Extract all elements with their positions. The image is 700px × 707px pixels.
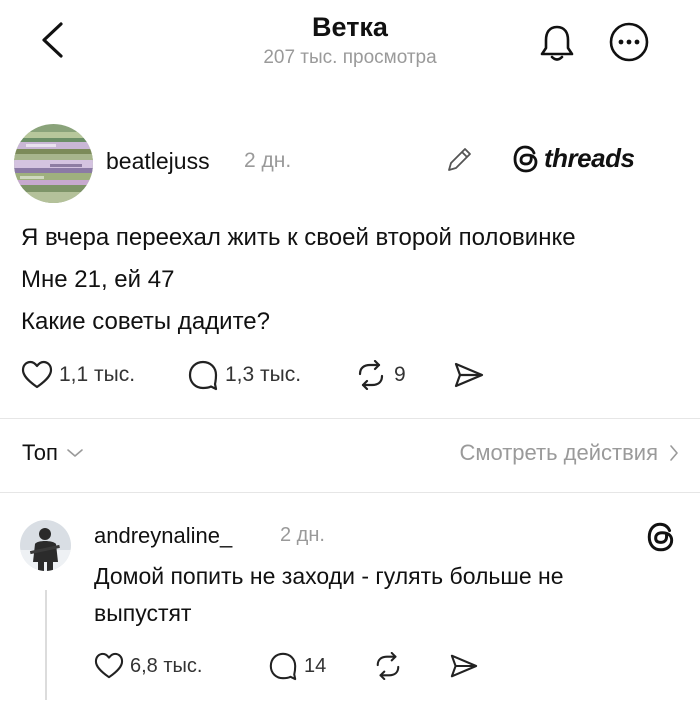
comment-count: 1,3 тыс.	[225, 363, 302, 386]
post-text-line: Я вчера переехал жить к своей второй пол…	[21, 224, 576, 251]
chevron-down-icon	[67, 449, 83, 457]
pencil-icon	[448, 148, 471, 171]
edit-button[interactable]	[442, 143, 476, 177]
more-options-button[interactable]	[606, 19, 652, 65]
reply-text-line: выпустят	[94, 600, 192, 626]
reply-repost-button[interactable]	[372, 648, 404, 684]
post-timestamp: 2 дн.	[244, 149, 292, 172]
view-count: 207 тыс. просмотра	[263, 47, 437, 68]
post-text-line: Какие советы дадите?	[21, 308, 270, 335]
reply-like-count: 6,8 тыс.	[130, 654, 203, 677]
repost-count: 9	[394, 363, 406, 386]
heart-icon	[21, 360, 53, 389]
reply-timestamp: 2 дн.	[280, 524, 325, 546]
reply-like-button[interactable]: 6,8 тыс.	[94, 648, 202, 684]
threads-logo-icon	[513, 145, 538, 172]
reply-comment-count: 14	[304, 654, 327, 677]
reply-avatar-image	[20, 520, 71, 571]
comment-button[interactable]: 1,3 тыс.	[187, 357, 301, 393]
reply-comment-button[interactable]: 14	[268, 648, 326, 684]
notifications-button[interactable]	[535, 20, 579, 64]
threads-logo-icon	[647, 522, 674, 552]
sort-label: Топ	[22, 440, 58, 465]
reply-avatar[interactable]	[20, 520, 71, 571]
more-horizontal-icon	[609, 22, 649, 62]
reply-text-line: Домой попить не заходи - гулять больше н…	[94, 563, 564, 589]
bell-icon	[540, 25, 574, 61]
threads-brand: threads	[512, 143, 635, 174]
comment-bubble-icon	[269, 652, 297, 681]
like-count: 1,1 тыс.	[59, 363, 136, 386]
post-author-username[interactable]: beatlejuss	[106, 148, 210, 175]
reply-share-button[interactable]	[448, 648, 480, 684]
repost-button[interactable]: 9	[354, 357, 406, 393]
view-activity-link[interactable]: Смотреть действия	[459, 440, 680, 466]
repost-icon	[358, 360, 384, 390]
avatar[interactable]	[14, 124, 93, 203]
divider	[0, 492, 700, 493]
view-activity-label: Смотреть действия	[459, 440, 658, 465]
page-title: Ветка	[312, 12, 388, 42]
thread-connector-line	[45, 590, 47, 700]
share-icon	[454, 362, 484, 388]
avatar-image	[14, 124, 93, 203]
reply-author-username[interactable]: andreynaline_	[94, 523, 232, 549]
reply-threads-logo	[646, 521, 676, 558]
post-text-line: Мне 21, ей 47	[21, 266, 175, 293]
threads-brand-text: threads	[544, 143, 635, 173]
comment-bubble-icon	[188, 360, 218, 391]
chevron-right-icon	[670, 445, 678, 461]
share-button[interactable]	[452, 357, 486, 393]
share-icon	[450, 654, 478, 678]
divider	[0, 418, 700, 419]
repost-icon	[376, 652, 400, 680]
like-button[interactable]: 1,1 тыс.	[21, 357, 135, 393]
top-bar: Ветка 207 тыс. просмотра	[0, 0, 700, 100]
heart-icon	[94, 652, 124, 679]
sort-dropdown[interactable]: Топ	[22, 440, 84, 466]
